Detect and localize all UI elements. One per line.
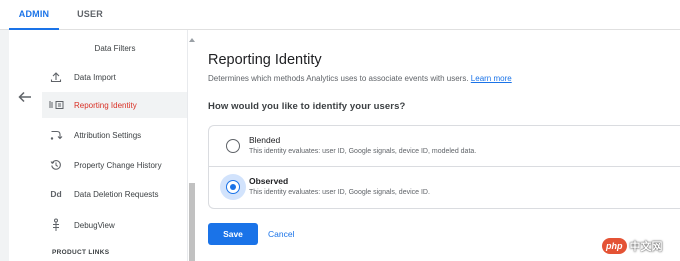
- top-tab-bar: ADMIN USER: [0, 0, 680, 30]
- nav-item-reporting-identity[interactable]: Reporting Identity: [42, 92, 188, 118]
- identity-options: Blended This identity evaluates: user ID…: [208, 125, 680, 209]
- nav-item-data-deletion-requests[interactable]: Dd Data Deletion Requests: [42, 181, 188, 207]
- upload-icon: [42, 71, 70, 83]
- watermark-text: 中文网: [629, 241, 663, 253]
- reporting-identity-icon: [42, 100, 70, 110]
- option-observed[interactable]: Observed This identity evaluates: user I…: [209, 167, 680, 208]
- nav-item-label: DebugView: [74, 220, 115, 230]
- page-title: Reporting Identity: [208, 52, 322, 68]
- nav-item-label: Attribution Settings: [74, 130, 142, 140]
- nav-item-label: Data Deletion Requests: [74, 189, 159, 199]
- admin-nav: Data Filters Data Import Reporting Ident…: [42, 30, 188, 261]
- nav-section-header: Data Filters: [94, 44, 136, 53]
- scroll-up-arrow-icon[interactable]: [189, 38, 195, 42]
- nav-item-property-change-history[interactable]: Property Change History: [42, 152, 188, 178]
- watermark: php 中文网: [602, 238, 663, 254]
- history-icon: [42, 159, 70, 171]
- option-description: This identity evaluates: user ID, Google…: [249, 189, 430, 196]
- option-blended[interactable]: Blended This identity evaluates: user ID…: [209, 126, 680, 167]
- debug-icon: [42, 218, 70, 232]
- nav-item-label: Property Change History: [74, 160, 162, 170]
- learn-more-link[interactable]: Learn more: [471, 74, 512, 83]
- description-text: Determines which methods Analytics uses …: [208, 74, 469, 83]
- nav-item-attribution-settings[interactable]: Attribution Settings: [42, 122, 188, 148]
- option-description: This identity evaluates: user ID, Google…: [249, 148, 477, 155]
- attribution-icon: [42, 129, 70, 141]
- option-label: Observed: [249, 176, 289, 186]
- nav-item-debugview[interactable]: DebugView: [42, 212, 188, 238]
- save-button[interactable]: Save: [208, 223, 258, 245]
- nav-item-label: Data Import: [74, 72, 116, 82]
- radio-observed[interactable]: [226, 180, 240, 194]
- nav-item-data-import[interactable]: Data Import: [42, 64, 188, 90]
- tab-admin[interactable]: ADMIN: [9, 0, 59, 30]
- scrollbar-thumb[interactable]: [189, 183, 195, 261]
- dd-icon: Dd: [50, 189, 62, 199]
- app-root: ADMIN USER Data Filters Data Import Repo…: [0, 0, 680, 261]
- nav-scrollbar[interactable]: [187, 30, 195, 261]
- arrow-back-icon: [18, 91, 31, 103]
- nav-item-label: Reporting Identity: [74, 100, 137, 110]
- watermark-logo: php: [602, 238, 627, 254]
- left-strip: [0, 30, 9, 261]
- cancel-button[interactable]: Cancel: [268, 223, 294, 245]
- page-description: Determines which methods Analytics uses …: [208, 74, 512, 83]
- option-label: Blended: [249, 135, 281, 145]
- tab-user[interactable]: USER: [72, 0, 108, 30]
- identity-question: How would you like to identify your user…: [208, 101, 406, 112]
- back-button[interactable]: [14, 87, 36, 107]
- main-panel: Reporting Identity Determines which meth…: [196, 30, 680, 261]
- radio-blended[interactable]: [226, 139, 240, 153]
- nav-section-product-links: PRODUCT LINKS: [52, 249, 110, 256]
